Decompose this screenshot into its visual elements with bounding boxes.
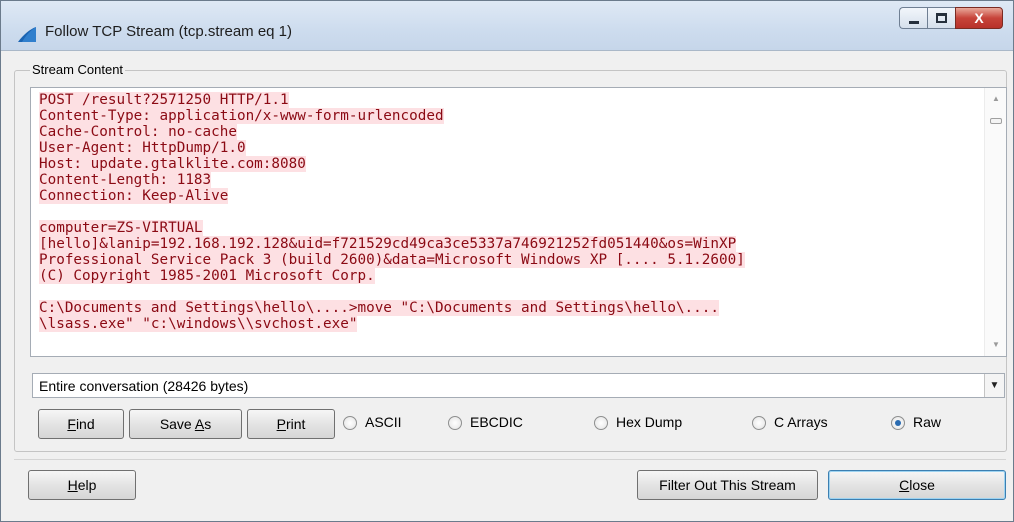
stream-line: Connection: Keep-Alive xyxy=(39,188,976,204)
radio-circle-ebcdic[interactable] xyxy=(448,416,462,430)
close-button[interactable]: Close xyxy=(828,470,1006,500)
stream-line: (C) Copyright 1985-2001 Microsoft Corp. xyxy=(39,268,976,284)
radio-label-c-arrays: C Arrays xyxy=(774,414,828,430)
stream-line: \lsass.exe" "c:\windows\\svchost.exe" xyxy=(39,316,976,332)
help-mnemonic: H xyxy=(67,477,78,493)
radio-circle-raw[interactable] xyxy=(891,416,905,430)
stream-line-text xyxy=(39,204,48,220)
close-window-button[interactable]: X xyxy=(955,7,1003,29)
stream-line: [hello]&lanip=192.168.192.128&uid=f72152… xyxy=(39,236,976,252)
stream-content-label: Stream Content xyxy=(30,62,126,77)
window-controls: X xyxy=(899,7,1003,31)
conversation-select[interactable]: Entire conversation (28426 bytes) ▼ xyxy=(32,373,1005,398)
save-as-mnemonic: A xyxy=(194,416,205,432)
window-title: Follow TCP Stream (tcp.stream eq 1) xyxy=(45,23,293,40)
vertical-scrollbar[interactable]: ▲ ▼ xyxy=(984,88,1006,356)
stream-line xyxy=(39,284,976,300)
maximize-button[interactable] xyxy=(927,7,955,29)
minimize-icon xyxy=(909,21,919,24)
scroll-thumb[interactable] xyxy=(990,118,1002,124)
stream-line: User-Agent: HttpDump/1.0 xyxy=(39,140,976,156)
stream-line-text: Host: update.gtalklite.com:8080 xyxy=(39,156,306,172)
dropdown-arrow-icon[interactable]: ▼ xyxy=(984,374,1004,397)
stream-line-text: [hello]&lanip=192.168.192.128&uid=f72152… xyxy=(39,236,737,252)
radio-label-raw: Raw xyxy=(913,414,942,430)
stream-line-text: Connection: Keep-Alive xyxy=(39,188,229,204)
radio-label-ascii: ASCII xyxy=(365,414,402,430)
stream-line-text xyxy=(39,284,48,300)
stream-line-text: computer=ZS-VIRTUAL xyxy=(39,220,203,236)
radio-circle-hex-dump[interactable] xyxy=(594,416,608,430)
stream-line-text: Content-Length: 1183 xyxy=(39,172,212,188)
stream-line-text: User-Agent: HttpDump/1.0 xyxy=(39,140,246,156)
stream-line: Cache-Control: no-cache xyxy=(39,124,976,140)
scroll-down-arrow-icon[interactable]: ▼ xyxy=(985,336,1006,354)
print-mnemonic: P xyxy=(276,416,286,432)
stream-content-text-area[interactable]: POST /result?2571250 HTTP/1.1 Content-Typ… xyxy=(30,87,1007,357)
print-button[interactable]: Print xyxy=(247,409,335,439)
separator xyxy=(14,459,1006,460)
maximize-icon xyxy=(936,13,947,23)
stream-line-text: Cache-Control: no-cache xyxy=(39,124,237,140)
stream-line-text: \lsass.exe" "c:\windows\\svchost.exe" xyxy=(39,316,358,332)
stream-line: Host: update.gtalklite.com:8080 xyxy=(39,156,976,172)
stream-line: Content-Type: application/x-www-form-url… xyxy=(39,108,976,124)
radio-circle-c-arrays[interactable] xyxy=(752,416,766,430)
radio-circle-ascii[interactable] xyxy=(343,416,357,430)
stream-line-text: C:\Documents and Settings\hello\....>mov… xyxy=(39,300,719,316)
find-button[interactable]: Find xyxy=(38,409,124,439)
stream-line-text: Professional Service Pack 3 (build 2600)… xyxy=(39,252,745,268)
stream-text[interactable]: POST /result?2571250 HTTP/1.1 Content-Typ… xyxy=(39,92,976,332)
scroll-up-arrow-icon[interactable]: ▲ xyxy=(985,90,1006,108)
stream-line-text: POST /result?2571250 HTTP/1.1 xyxy=(39,92,289,108)
close-icon: X xyxy=(974,10,984,26)
stream-line-text: Content-Type: application/x-www-form-url… xyxy=(39,108,444,124)
radio-label-ebcdic: EBCDIC xyxy=(470,414,523,430)
stream-line: C:\Documents and Settings\hello\....>mov… xyxy=(39,300,976,316)
find-mnemonic: F xyxy=(67,416,76,432)
stream-line: Professional Service Pack 3 (build 2600)… xyxy=(39,252,976,268)
stream-line xyxy=(39,204,976,220)
stream-line: Content-Length: 1183 xyxy=(39,172,976,188)
close-mnemonic: C xyxy=(899,477,910,493)
title-bar[interactable]: Follow TCP Stream (tcp.stream eq 1) X xyxy=(1,1,1013,51)
conversation-select-value: Entire conversation (28426 bytes) xyxy=(39,378,249,394)
help-button[interactable]: Help xyxy=(28,470,136,500)
minimize-button[interactable] xyxy=(899,7,927,29)
save-as-button[interactable]: Save As xyxy=(129,409,242,439)
wireshark-fin-icon xyxy=(18,27,36,42)
stream-line: computer=ZS-VIRTUAL xyxy=(39,220,976,236)
filter-out-this-stream-button[interactable]: Filter Out This Stream xyxy=(637,470,818,500)
radio-label-hex-dump: Hex Dump xyxy=(616,414,683,430)
stream-line: POST /result?2571250 HTTP/1.1 xyxy=(39,92,976,108)
stream-line-text: (C) Copyright 1985-2001 Microsoft Corp. xyxy=(39,268,375,284)
